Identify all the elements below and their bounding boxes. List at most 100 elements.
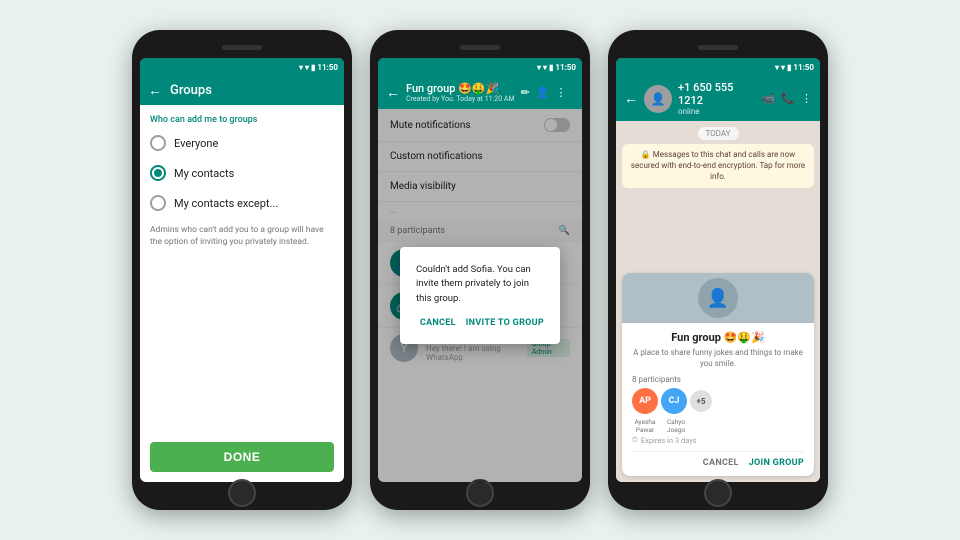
- phone-top-bar-1: [140, 40, 344, 54]
- phone-2: ▾ ▾ ▮ 11:50 ← Fun group 🤩🤑🎉 Created by Y…: [370, 30, 590, 510]
- contact-status: online: [678, 107, 756, 116]
- time-2: 11:50: [555, 63, 576, 72]
- video-call-icon[interactable]: 📹: [762, 92, 776, 105]
- radio-label-mycontacts: My contacts: [174, 167, 234, 180]
- more-icon-3[interactable]: ⋮: [801, 92, 812, 105]
- dialog-overlay: Couldn't add Sofia. You can invite them …: [378, 109, 582, 482]
- group-name: Fun group 🤩🤑🎉: [406, 82, 515, 95]
- home-button-2[interactable]: [466, 479, 494, 507]
- invite-expiry: ⏱ Expires in 3 days: [632, 435, 804, 445]
- battery-icon-3: ▮: [787, 63, 791, 72]
- radio-outer-except: [150, 195, 166, 211]
- done-button[interactable]: DONE: [150, 442, 334, 472]
- radio-inner-mycontacts: [154, 169, 162, 177]
- time-3: 11:50: [793, 63, 814, 72]
- invite-cancel-btn[interactable]: CANCEL: [703, 458, 739, 468]
- groups-content: Who can add me to groups Everyone My con…: [140, 105, 344, 432]
- avatar-ap: AP: [632, 388, 658, 414]
- group-invite-card: 👤 Fun group 🤩🤑🎉 A place to share funny j…: [622, 273, 814, 476]
- add-person-icon[interactable]: 👤: [536, 86, 550, 99]
- invite-group-desc: A place to share funny jokes and things …: [632, 347, 804, 369]
- back-button-3[interactable]: ←: [624, 90, 638, 107]
- invite-participants-count: 8 participants: [632, 375, 804, 384]
- home-button-3[interactable]: [704, 479, 732, 507]
- phone-3: ▾ ▾ ▮ 11:50 ← 👤 +1 650 555 1212 online 📹…: [608, 30, 828, 510]
- call-icon[interactable]: 📞: [781, 92, 795, 105]
- group-header-icons: ✏ 👤 ⋮: [521, 86, 567, 99]
- avatar-name-ap: Ayesha Pawar: [632, 419, 658, 435]
- speaker-3: [698, 45, 738, 50]
- avatar-cj: CJ: [661, 388, 687, 414]
- radio-mycontacts[interactable]: My contacts: [150, 165, 334, 181]
- status-bar-1: ▾ ▾ ▮ 11:50: [140, 58, 344, 76]
- wifi-icon-1: ▾: [305, 63, 309, 72]
- encryption-notice[interactable]: 🔒 Messages to this chat and calls are no…: [622, 144, 814, 188]
- groups-header: ← Groups: [140, 76, 344, 105]
- phone-top-bar-2: [378, 40, 582, 54]
- time-1: 11:50: [317, 63, 338, 72]
- invite-group-name: Fun group 🤩🤑🎉: [632, 331, 804, 344]
- phone-1: ▾ ▾ ▮ 11:50 ← Groups Who can add me to g…: [132, 30, 352, 510]
- home-button-1[interactable]: [228, 479, 256, 507]
- phone-bottom-2: [378, 486, 582, 500]
- battery-icon-1: ▮: [311, 63, 315, 72]
- phone-bottom-3: [616, 486, 820, 500]
- chat-header-icons: 📹 📞 ⋮: [762, 92, 812, 105]
- invite-actions: CANCEL JOIN GROUP: [632, 451, 804, 468]
- groups-note: Admins who can't add you to a group will…: [150, 225, 334, 249]
- group-header: ← Fun group 🤩🤑🎉 Created by You. Today at…: [378, 76, 582, 109]
- speaker-1: [222, 45, 262, 50]
- group-sub: Created by You. Today at 11:20 AM: [406, 95, 515, 103]
- dialog-cancel-btn[interactable]: CANCEL: [420, 318, 456, 328]
- wifi-icon-2: ▾: [543, 63, 547, 72]
- signal-icon-1: ▾: [299, 63, 303, 72]
- invite-avatars-row: AP CJ +5: [632, 388, 804, 414]
- status-bar-2: ▾ ▾ ▮ 11:50: [378, 58, 582, 76]
- radio-label-everyone: Everyone: [174, 137, 218, 150]
- chat-header: ← 👤 +1 650 555 1212 online 📹 📞 ⋮: [616, 76, 820, 121]
- radio-everyone[interactable]: Everyone: [150, 135, 334, 151]
- clock-icon: ⏱: [632, 435, 638, 445]
- more-icon-2[interactable]: ⋮: [555, 86, 566, 99]
- signal-icon-2: ▾: [537, 63, 541, 72]
- status-bar-3: ▾ ▾ ▮ 11:50: [616, 58, 820, 76]
- radio-outer-mycontacts: [150, 165, 166, 181]
- groups-title: Groups: [170, 83, 336, 98]
- chat-date-label: TODAY: [698, 127, 739, 140]
- wifi-icon-3: ▾: [781, 63, 785, 72]
- group-info: Fun group 🤩🤑🎉 Created by You. Today at 1…: [406, 82, 515, 103]
- invite-card-body: Fun group 🤩🤑🎉 A place to share funny jok…: [622, 323, 814, 476]
- speaker-2: [460, 45, 500, 50]
- screen-1: ▾ ▾ ▮ 11:50 ← Groups Who can add me to g…: [140, 58, 344, 482]
- avatar-name-cj: Cahyo Joego: [663, 419, 689, 435]
- status-icons-3: ▾ ▾ ▮ 11:50: [775, 63, 814, 72]
- dialog-box: Couldn't add Sofia. You can invite them …: [400, 247, 560, 344]
- dialog-actions: CANCEL INVITE TO GROUP: [416, 318, 544, 328]
- back-button-1[interactable]: ←: [148, 82, 162, 99]
- phone-top-bar-3: [616, 40, 820, 54]
- join-group-btn[interactable]: JOIN GROUP: [749, 458, 804, 468]
- screen-2: ▾ ▾ ▮ 11:50 ← Fun group 🤩🤑🎉 Created by Y…: [378, 58, 582, 482]
- groups-subtitle: Who can add me to groups: [150, 115, 334, 125]
- status-icons-2: ▾ ▾ ▮ 11:50: [537, 63, 576, 72]
- invite-group-avatar: 👤: [698, 278, 738, 318]
- invite-card-header: 👤: [622, 273, 814, 323]
- dialog-text: Couldn't add Sofia. You can invite them …: [416, 263, 544, 306]
- radio-label-except: My contacts except...: [174, 197, 278, 210]
- chat-body: TODAY 🔒 Messages to this chat and calls …: [616, 121, 820, 482]
- edit-icon[interactable]: ✏: [521, 86, 530, 99]
- radio-outer-everyone: [150, 135, 166, 151]
- plus-badge: +5: [690, 390, 712, 412]
- contact-number: +1 650 555 1212: [678, 81, 756, 107]
- menu-list: Mute notifications Custom notifications …: [378, 109, 582, 482]
- phone-bottom-1: [140, 486, 344, 500]
- chat-header-info: +1 650 555 1212 online: [678, 81, 756, 116]
- status-icons-1: ▾ ▾ ▮ 11:50: [299, 63, 338, 72]
- expiry-text: Expires in 3 days: [641, 436, 697, 445]
- back-button-2[interactable]: ←: [386, 84, 400, 101]
- radio-mycontactsexcept[interactable]: My contacts except...: [150, 195, 334, 211]
- dialog-invite-btn[interactable]: INVITE TO GROUP: [466, 318, 544, 328]
- group-header-row: ← Fun group 🤩🤑🎉 Created by You. Today at…: [386, 82, 574, 103]
- avatar-names-row: Ayesha Pawar Cahyo Joego: [632, 419, 804, 435]
- battery-icon-2: ▮: [549, 63, 553, 72]
